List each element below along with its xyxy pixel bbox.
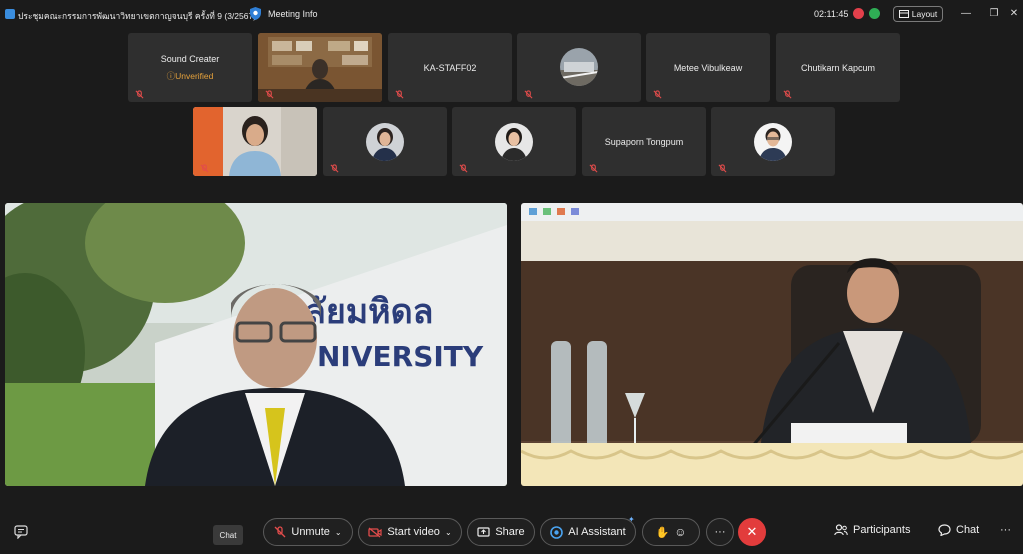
speaker-video-left: ลัยมหิดล NIVERSITY (5, 203, 507, 486)
close-icon: ✕ (746, 524, 758, 539)
participant-name: Metee Vibulkeaw (673, 63, 743, 73)
participant-tile[interactable] (323, 107, 447, 176)
chat-panel-icon[interactable] (14, 525, 28, 539)
chevron-down-icon[interactable]: ⌄ (335, 528, 342, 537)
mic-off-icon (135, 90, 144, 99)
mic-off-icon (265, 90, 274, 99)
emoji-reaction-icon[interactable]: ☺ (674, 525, 686, 539)
woman-video-thumbnail (193, 107, 317, 176)
webex-logo-icon (5, 9, 15, 19)
more-options-button[interactable]: ··· (706, 518, 734, 546)
sign-text-english: NIVERSITY (317, 340, 484, 373)
unmute-button[interactable]: Unmute ⌄ (263, 518, 353, 546)
chat-bubble-icon (938, 524, 951, 536)
mic-off-icon (330, 164, 339, 173)
share-screen-icon (477, 526, 490, 537)
participant-name: KA-STAFF02 (423, 63, 477, 73)
participant-name: Sound Creater (160, 54, 220, 64)
participant-name: Supaporn Tongpum (604, 137, 684, 147)
participant-tile[interactable]: Chutikarn Kapcum (776, 33, 900, 102)
participant-video-tile[interactable] (193, 107, 317, 176)
meeting-title: ประชุมคณะกรรมการพัฒนาวิทยาเขตกาญจนบุรี ค… (18, 11, 257, 21)
mic-off-icon (524, 90, 533, 99)
avatar (366, 123, 404, 161)
minimize-button[interactable]: — (959, 6, 973, 20)
video-off-icon (368, 526, 382, 538)
mic-off-icon (653, 90, 662, 99)
avatar (560, 48, 598, 86)
participant-tile[interactable] (452, 107, 576, 176)
layout-icon (898, 10, 909, 18)
main-video-right[interactable] (521, 203, 1023, 486)
mic-off-icon (274, 526, 286, 538)
mic-off-icon (395, 90, 404, 99)
office-video-thumbnail (258, 33, 382, 102)
meeting-info-button[interactable]: Meeting Info (268, 9, 318, 19)
mic-off-icon (783, 90, 792, 99)
recording-icon[interactable] (853, 8, 864, 19)
participant-tile[interactable]: Supaporn Tongpum (582, 107, 706, 176)
more-right-button[interactable]: ··· (1000, 524, 1011, 536)
avatar (495, 123, 533, 161)
chat-label: Chat (956, 524, 980, 536)
ai-assistant-button[interactable]: AI Assistant (540, 518, 636, 546)
elapsed-time: 02:11:45 (814, 9, 849, 19)
participant-tile[interactable] (711, 107, 835, 176)
mic-off-icon (200, 164, 209, 173)
unverified-badge: ⓘUnverified (166, 71, 214, 81)
title-bar: ประชุมคณะกรรมการพัฒนาวิทยาเขตกาญจนบุรี ค… (0, 0, 1023, 28)
connection-status-icon[interactable] (869, 8, 880, 19)
shield-info-icon[interactable] (250, 7, 261, 20)
chat-button[interactable]: Chat (938, 524, 979, 536)
chevron-down-icon[interactable]: ⌄ (445, 528, 452, 537)
mic-off-icon (459, 164, 468, 173)
share-button[interactable]: Share (467, 518, 535, 546)
close-window-button[interactable]: ✕ (1007, 6, 1021, 20)
participant-name: Chutikarn Kapcum (800, 63, 876, 73)
layout-label: Layout (911, 9, 938, 19)
participants-icon (834, 524, 848, 536)
chat-tooltip: Chat (213, 525, 243, 545)
mic-off-icon (589, 164, 598, 173)
reactions-group[interactable]: ✋ ☺ (642, 518, 700, 546)
raise-hand-icon[interactable]: ✋ (656, 526, 670, 539)
start-video-label: Start video (387, 526, 440, 538)
layout-button[interactable]: Layout (893, 6, 943, 22)
participant-tile[interactable]: KA-STAFF02 (388, 33, 512, 102)
start-video-button[interactable]: Start video ⌄ (358, 518, 462, 546)
sign-text-thai: ลัยมหิดล (305, 292, 434, 332)
speaker-video-right (521, 203, 1023, 486)
participant-tile[interactable]: Metee Vibulkeaw (646, 33, 770, 102)
avatar (754, 123, 792, 161)
mic-off-icon (718, 164, 727, 173)
main-video-left[interactable]: ลัยมหิดล NIVERSITY (5, 203, 507, 486)
unmute-label: Unmute (291, 526, 330, 538)
participant-video-tile[interactable] (258, 33, 382, 102)
end-meeting-button[interactable]: ✕ (738, 518, 766, 546)
ai-assistant-icon (550, 525, 564, 539)
sparkle-icon: ✦ (628, 515, 635, 524)
participant-tile[interactable] (517, 33, 641, 102)
warning-icon: ⓘ (166, 71, 176, 81)
participant-tile[interactable]: Sound Creater ⓘUnverified (128, 33, 252, 102)
share-label: Share (495, 526, 525, 538)
ai-assistant-label: AI Assistant (568, 526, 626, 538)
participants-button[interactable]: Participants (834, 524, 910, 536)
meeting-window: ประชุมคณะกรรมการพัฒนาวิทยาเขตกาญจนบุรี ค… (0, 0, 1023, 554)
participants-label: Participants (853, 524, 911, 536)
restore-button[interactable]: ❐ (987, 6, 1001, 20)
